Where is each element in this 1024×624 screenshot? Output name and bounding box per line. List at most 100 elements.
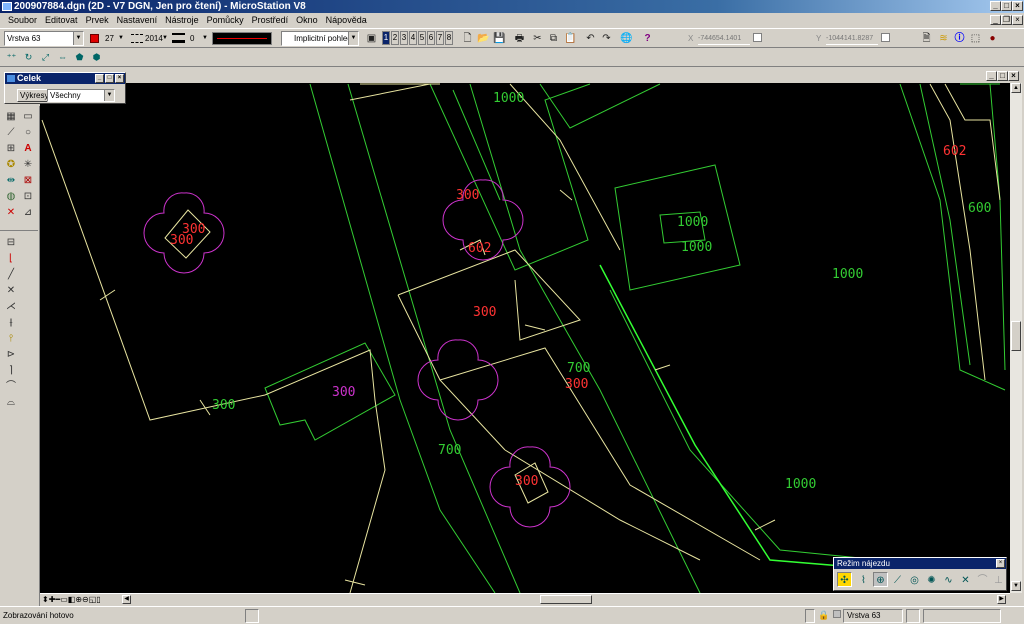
align-icon[interactable]: ⇔: [55, 50, 70, 65]
horizontal-scroll-thumb[interactable]: [540, 595, 592, 604]
celek-close-button[interactable]: ×: [115, 74, 124, 83]
copy-icon[interactable]: ⧉: [546, 31, 561, 46]
record-icon[interactable]: ●: [985, 31, 1000, 46]
insert-vertex-icon[interactable]: ⫯: [3, 332, 19, 346]
menu-editovat[interactable]: Editovat: [41, 13, 82, 27]
layers-icon[interactable]: ≋: [936, 31, 951, 46]
save-icon[interactable]: 💾: [492, 31, 507, 46]
coord-x-field[interactable]: -744654.1401: [698, 32, 750, 45]
scroll-left-button[interactable]: ◀: [122, 595, 131, 604]
manipulate-icon[interactable]: ◍: [3, 190, 19, 204]
maximize-button[interactable]: □: [1001, 1, 1012, 11]
menu-okno[interactable]: Okno: [292, 13, 322, 27]
vykresy-select[interactable]: Všechny ▼: [47, 89, 115, 102]
color-dropdown-icon[interactable]: ▼: [118, 33, 124, 44]
snap-origin-icon[interactable]: ✺: [924, 572, 939, 587]
snap-center-icon[interactable]: ◎: [907, 572, 922, 587]
mdi-minimize-button[interactable]: _: [990, 15, 1001, 25]
snap-parallel-icon[interactable]: ⊥: [991, 572, 1006, 587]
vertical-scrollbar[interactable]: ▲ ▼: [1010, 83, 1022, 593]
style-dropdown-icon[interactable]: ▼: [162, 33, 168, 44]
scroll-right-button[interactable]: ▶: [997, 595, 1006, 604]
redo-icon[interactable]: ↷: [599, 31, 614, 46]
snap-keypoint-icon[interactable]: ✣: [837, 572, 852, 587]
extend-line-icon[interactable]: ╱: [3, 268, 19, 282]
grouping-icon[interactable]: ⊠: [20, 174, 36, 188]
status-level[interactable]: Vrstva 63: [843, 609, 903, 623]
vertical-scroll-thumb[interactable]: [1011, 321, 1021, 351]
weight-dropdown-icon[interactable]: ▼: [202, 33, 208, 44]
coord-y-lock-checkbox[interactable]: [881, 33, 890, 42]
open-file-icon[interactable]: 📂: [476, 31, 491, 46]
coord-y-field[interactable]: -1044141.8287: [826, 32, 878, 45]
view-groups-icon[interactable]: ▣: [364, 31, 379, 46]
cut-icon[interactable]: ✂: [530, 31, 545, 46]
view-tool-icon[interactable]: ⊿: [20, 206, 36, 220]
snap-perpendicular-icon[interactable]: ⌒: [975, 572, 990, 587]
text-tool-icon[interactable]: A: [20, 142, 36, 156]
info-icon[interactable]: ⓘ: [952, 31, 967, 46]
snap-tangent-icon[interactable]: ∿: [941, 572, 956, 587]
snap-multi-icon[interactable]: ⊕: [873, 572, 888, 587]
view-maximize-button[interactable]: □: [997, 71, 1008, 81]
chamfer-icon[interactable]: ⌉: [3, 364, 19, 378]
menu-pomucky[interactable]: Pomůcky: [203, 13, 248, 27]
view-minimize-button[interactable]: _: [986, 71, 997, 81]
measure-icon[interactable]: ⊞: [3, 142, 19, 156]
view-attributes-select[interactable]: Implicitní pohledy ▼: [281, 31, 359, 46]
modify-icon[interactable]: ⤢: [38, 50, 53, 65]
snap-nearest-icon[interactable]: ⌇: [856, 572, 871, 587]
rotate-icon[interactable]: ↻: [21, 50, 36, 65]
level-select[interactable]: Vrstva 63 ▼: [4, 31, 84, 46]
menu-nastaveni[interactable]: Nastavení: [113, 13, 162, 27]
paste-icon[interactable]: 📋: [563, 31, 578, 46]
solid-icon[interactable]: ⬢: [89, 50, 104, 65]
snap-close-button[interactable]: ×: [996, 559, 1005, 568]
mdi-restore-button[interactable]: ❐: [1001, 15, 1012, 25]
line-style-icon[interactable]: [131, 34, 143, 43]
menu-prostredi[interactable]: Prostředí: [248, 13, 293, 27]
view-button-6[interactable]: 6: [427, 31, 435, 45]
lock-icon[interactable]: 🔒: [818, 610, 829, 621]
line-style-value[interactable]: 2014: [145, 33, 163, 44]
mdi-close-button[interactable]: ×: [1012, 15, 1023, 25]
snap-intersection-icon[interactable]: ✕: [958, 572, 973, 587]
view-button-3[interactable]: 3: [400, 31, 408, 45]
drawing-svg[interactable]: 1000 300 300 300 602 1000 1000 1000 300 …: [40, 83, 1010, 593]
menu-nastroje[interactable]: Nástroje: [161, 13, 203, 27]
horizontal-scrollbar[interactable]: ⬍✚━▭◧⊕⊖◱▯ ◀ ▶: [40, 593, 1010, 605]
new-file-icon[interactable]: 🗋: [460, 31, 475, 46]
place-line-icon[interactable]: ⟋: [3, 126, 19, 140]
trim-icon[interactable]: ⌊: [3, 252, 19, 266]
coord-x-lock-checkbox[interactable]: [753, 33, 762, 42]
fence-icon[interactable]: ⬚: [968, 31, 983, 46]
menu-prvek[interactable]: Prvek: [82, 13, 113, 27]
undo-icon[interactable]: ↶: [583, 31, 598, 46]
globe-icon[interactable]: 🌐: [619, 31, 634, 46]
fillet-icon[interactable]: ⌒: [3, 380, 19, 394]
move-copy-icon[interactable]: ⁺⁺: [4, 50, 19, 65]
view-button-2[interactable]: 2: [391, 31, 399, 45]
celek-minimize-button[interactable]: _: [95, 74, 104, 83]
active-style-preview[interactable]: [212, 32, 272, 45]
menu-napoveda[interactable]: Nápověda: [322, 13, 371, 27]
view-close-button[interactable]: ×: [1008, 71, 1019, 81]
fence-tool-icon[interactable]: ▭: [20, 110, 36, 124]
delete-icon[interactable]: ✕: [3, 206, 19, 220]
drawing-canvas[interactable]: 1000 300 300 300 602 1000 1000 1000 300 …: [40, 83, 1010, 593]
scroll-up-button[interactable]: ▲: [1011, 83, 1021, 93]
color-value[interactable]: 27: [105, 33, 114, 44]
view-button-1[interactable]: 1: [382, 31, 390, 45]
select-element-icon[interactable]: ▦: [3, 110, 19, 124]
partial-delete-icon[interactable]: ⋌: [3, 300, 19, 314]
line-weight-icon[interactable]: [172, 33, 185, 43]
construct-arc-icon[interactable]: ⌓: [3, 396, 19, 410]
intersect-icon[interactable]: ✕: [3, 284, 19, 298]
color-swatch[interactable]: [90, 34, 99, 43]
celek-maximize-button[interactable]: □: [105, 74, 114, 83]
document-icon[interactable]: 🗎: [919, 31, 934, 46]
break-icon[interactable]: ⫲: [3, 316, 19, 330]
scroll-down-button[interactable]: ▼: [1011, 581, 1021, 591]
minimize-button[interactable]: _: [990, 1, 1001, 11]
view-button-5[interactable]: 5: [418, 31, 426, 45]
